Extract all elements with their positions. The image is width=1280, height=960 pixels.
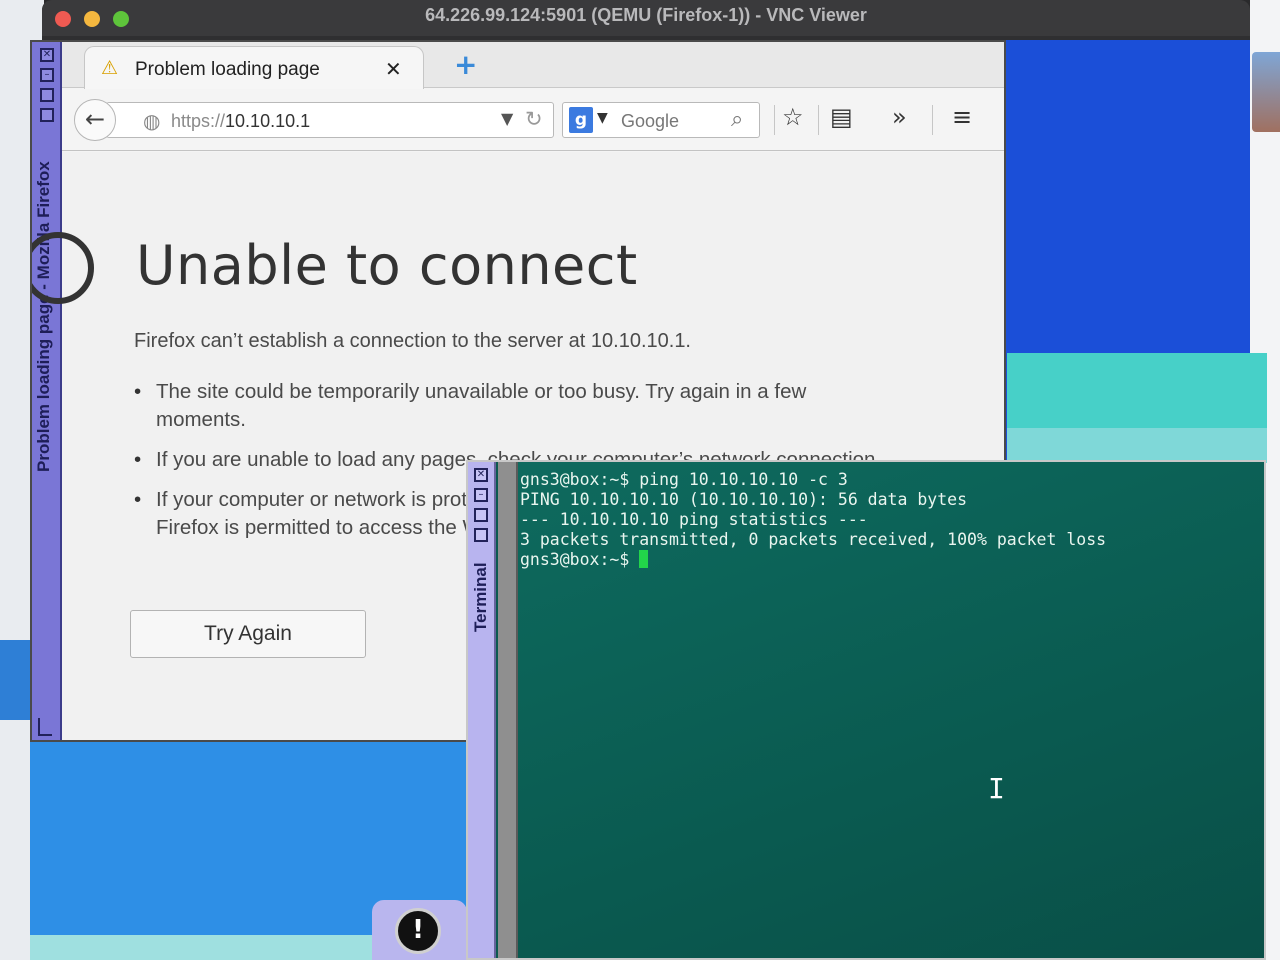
resize-handle-icon[interactable] <box>38 718 52 736</box>
toolbar-separator <box>774 105 775 135</box>
terminal-prompt: gns3@box:~$ <box>520 550 640 569</box>
navigation-toolbar: ◍ https://10.10.10.1 ▼ ↻ ← g ▼ Google ⌕ … <box>62 89 1004 151</box>
try-again-button[interactable]: Try Again <box>130 610 366 658</box>
back-button[interactable]: ← <box>74 99 116 141</box>
wm-restore-icon[interactable] <box>474 528 488 542</box>
tab-close-icon[interactable]: ✕ <box>385 57 402 81</box>
wm-iconify-icon[interactable]: – <box>474 488 488 502</box>
tab-strip: ⚠ Problem loading page ✕ + <box>62 42 1004 90</box>
dock-app-icon[interactable]: ! <box>395 908 441 954</box>
vnc-window-title: 64.226.99.124:5901 (QEMU (Firefox-1)) - … <box>425 5 867 25</box>
error-title: Unable to connect <box>136 234 638 297</box>
background-photo <box>1252 52 1280 132</box>
toolbar-separator <box>932 105 933 135</box>
wm-close-icon[interactable]: ✕ <box>40 48 54 62</box>
url-text[interactable]: https://10.10.10.1 <box>171 111 310 132</box>
wm-close-icon[interactable]: ✕ <box>474 468 488 482</box>
hamburger-menu-icon[interactable]: ≡ <box>952 103 972 131</box>
tab-problem-loading[interactable]: ⚠ Problem loading page ✕ <box>84 46 424 90</box>
list-item: The site could be temporarily unavailabl… <box>134 378 894 434</box>
warning-icon: ⚠ <box>101 57 119 79</box>
terminal-line: --- 10.10.10.10 ping statistics --- <box>520 510 868 529</box>
firefox-wm-titlebar[interactable]: ✕ – Problem loading page - Mozilla Firef… <box>32 42 62 740</box>
search-bar[interactable]: g ▼ Google ⌕ <box>562 102 760 138</box>
wm-restore-icon[interactable] <box>40 108 54 122</box>
error-description: Firefox can’t establish a connection to … <box>134 330 691 352</box>
new-tab-icon[interactable]: + <box>454 51 477 79</box>
globe-icon: ◍ <box>143 109 161 133</box>
desktop-teal-band <box>1007 353 1267 428</box>
engine-dropdown-icon[interactable]: ▼ <box>597 110 608 126</box>
terminal-window: ✕ – Terminal gns3@box:~$ ping 10.10.10.1… <box>466 460 1266 960</box>
url-history-dropdown-icon[interactable]: ▼ <box>501 109 513 128</box>
wm-iconify-icon[interactable]: – <box>40 68 54 82</box>
vnc-titlebar: 64.226.99.124:5901 (QEMU (Firefox-1)) - … <box>42 0 1250 36</box>
wm-maximize-icon[interactable] <box>40 88 54 102</box>
error-icon <box>32 232 94 304</box>
text-cursor-icon: I <box>988 772 1005 805</box>
terminal-wm-titlebar[interactable]: ✕ – Terminal <box>468 462 496 958</box>
bookmark-star-icon[interactable]: ☆ <box>782 103 804 131</box>
url-bar[interactable]: ◍ https://10.10.10.1 ▼ ↻ <box>106 102 554 138</box>
google-engine-icon[interactable]: g <box>569 107 593 133</box>
terminal-output[interactable]: gns3@box:~$ ping 10.10.10.10 -c 3 PING 1… <box>518 462 1264 958</box>
overflow-chevron-icon[interactable]: » <box>892 103 907 131</box>
firefox-window-title: Problem loading page - Mozilla Firefox <box>34 161 53 472</box>
terminal-line: 3 packets transmitted, 0 packets receive… <box>520 530 1107 549</box>
desktop-light-band <box>1007 428 1267 463</box>
reload-icon[interactable]: ↻ <box>525 107 543 131</box>
terminal-line: PING 10.10.10.10 (10.10.10.10): 56 data … <box>520 490 968 509</box>
bookmarks-menu-icon[interactable]: ▤ <box>830 103 853 131</box>
terminal-cursor <box>639 550 649 568</box>
background-left-strip <box>0 640 30 720</box>
terminal-window-title: Terminal <box>471 562 490 632</box>
tab-label: Problem loading page <box>135 59 320 80</box>
search-placeholder[interactable]: Google <box>621 111 679 132</box>
terminal-prompt-line[interactable]: gns3@box:~$ <box>520 550 1264 570</box>
wm-maximize-icon[interactable] <box>474 508 488 522</box>
toolbar-separator <box>818 105 819 135</box>
terminal-line: gns3@box:~$ ping 10.10.10.10 -c 3 <box>520 470 848 489</box>
terminal-scrollbar[interactable] <box>498 462 518 958</box>
search-icon[interactable]: ⌕ <box>731 107 743 132</box>
